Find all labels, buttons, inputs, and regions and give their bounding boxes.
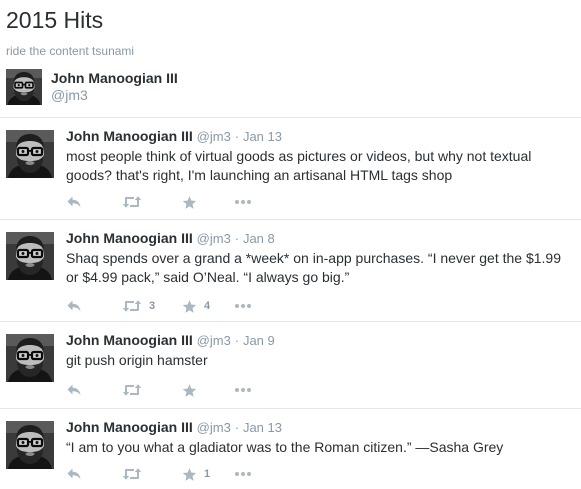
tweet-actions <box>66 193 386 211</box>
tweet-text: “I am to you what a gladiator was to the… <box>66 439 504 455</box>
tweet-date[interactable]: Jan 13 <box>243 129 282 144</box>
more-dots-icon <box>234 471 252 477</box>
avatar[interactable] <box>6 130 54 178</box>
reply-icon <box>66 195 82 209</box>
author-handle[interactable]: @jm3 <box>197 129 231 144</box>
favorite-button[interactable]: 1 <box>182 465 210 483</box>
star-icon <box>182 383 197 398</box>
author-handle[interactable]: @jm3 <box>197 333 231 348</box>
retweet-icon <box>122 383 142 397</box>
reply-button[interactable] <box>66 381 82 399</box>
avatar[interactable] <box>6 334 54 382</box>
date-separator: · <box>234 333 240 348</box>
date-separator: · <box>234 231 240 246</box>
date-separator: · <box>234 420 240 435</box>
tweet-date[interactable]: Jan 9 <box>243 333 275 348</box>
more-dots-icon <box>234 387 252 393</box>
more-dots-icon <box>234 199 252 205</box>
collection-subtitle: ride the content tsunami <box>6 44 135 58</box>
tweet-header: John Manoogian III @jm3 · Jan 8 <box>66 229 275 248</box>
star-icon <box>182 467 197 482</box>
tweet-text: git push origin hamster <box>66 352 208 368</box>
author-handle[interactable]: @jm3 <box>197 420 231 435</box>
reply-icon <box>66 383 82 397</box>
favorite-count: 1 <box>204 468 211 480</box>
retweet-count: 3 <box>149 300 156 312</box>
reply-icon <box>66 467 82 481</box>
reply-button[interactable] <box>66 193 82 211</box>
tweet-header: John Manoogian III @jm3 · Jan 13 <box>66 418 282 437</box>
tweet-text: Shaq spends over a grand a *week* on in-… <box>66 250 561 285</box>
tweet-actions: 3 4 <box>66 297 386 315</box>
tweet-header: John Manoogian III @jm3 · Jan 9 <box>66 331 275 350</box>
author-name[interactable]: John Manoogian III <box>66 332 193 348</box>
author-handle[interactable]: @jm3 <box>197 231 231 246</box>
retweet-icon <box>122 467 142 481</box>
curator-name[interactable]: John Manoogian III <box>51 70 178 87</box>
tweet-actions <box>66 381 386 399</box>
tweet-date[interactable]: Jan 8 <box>243 231 275 246</box>
tweet[interactable]: John Manoogian III @jm3 · Jan 8 Shaq spe… <box>0 220 581 322</box>
star-icon <box>182 299 197 314</box>
retweet-icon <box>122 299 142 313</box>
tweet-actions: 1 <box>66 465 386 483</box>
tweet-list: John Manoogian III @jm3 · Jan 13 most pe… <box>0 117 581 489</box>
reply-button[interactable] <box>66 465 82 483</box>
collection-title: 2015 Hits <box>6 7 104 33</box>
author-name[interactable]: John Manoogian III <box>66 230 193 246</box>
retweet-button[interactable]: 3 <box>122 297 155 315</box>
tweet[interactable]: John Manoogian III @jm3 · Jan 9 git push… <box>0 322 581 409</box>
favorite-button[interactable] <box>182 381 197 399</box>
retweet-button[interactable] <box>122 465 142 483</box>
tweet[interactable]: John Manoogian III @jm3 · Jan 13 most pe… <box>0 118 581 220</box>
tweet[interactable]: John Manoogian III @jm3 · Jan 13 “I am t… <box>0 409 581 489</box>
collection-header: 2015 Hits ride the content tsunami <box>6 6 576 58</box>
more-button[interactable] <box>234 297 252 315</box>
reply-icon <box>66 299 82 313</box>
tweet-header: John Manoogian III @jm3 · Jan 13 <box>66 127 282 146</box>
retweet-icon <box>122 195 142 209</box>
more-dots-icon <box>234 303 252 309</box>
tweet-date[interactable]: Jan 13 <box>243 420 282 435</box>
more-button[interactable] <box>234 381 252 399</box>
tweet-text: most people think of virtual goods as pi… <box>66 148 532 183</box>
more-button[interactable] <box>234 465 252 483</box>
favorite-button[interactable]: 4 <box>182 297 210 315</box>
curator-handle[interactable]: @jm3 <box>51 87 88 104</box>
star-icon <box>182 195 197 210</box>
author-name[interactable]: John Manoogian III <box>66 419 193 435</box>
favorite-count: 4 <box>204 300 211 312</box>
curator-profile[interactable]: John Manoogian III @jm3 <box>6 69 406 105</box>
curator-avatar[interactable] <box>6 69 42 105</box>
avatar[interactable] <box>6 421 54 469</box>
author-name[interactable]: John Manoogian III <box>66 128 193 144</box>
retweet-button[interactable] <box>122 193 142 211</box>
favorite-button[interactable] <box>182 193 197 211</box>
retweet-button[interactable] <box>122 381 142 399</box>
reply-button[interactable] <box>66 297 82 315</box>
more-button[interactable] <box>234 193 252 211</box>
avatar[interactable] <box>6 232 54 280</box>
date-separator: · <box>234 129 240 144</box>
